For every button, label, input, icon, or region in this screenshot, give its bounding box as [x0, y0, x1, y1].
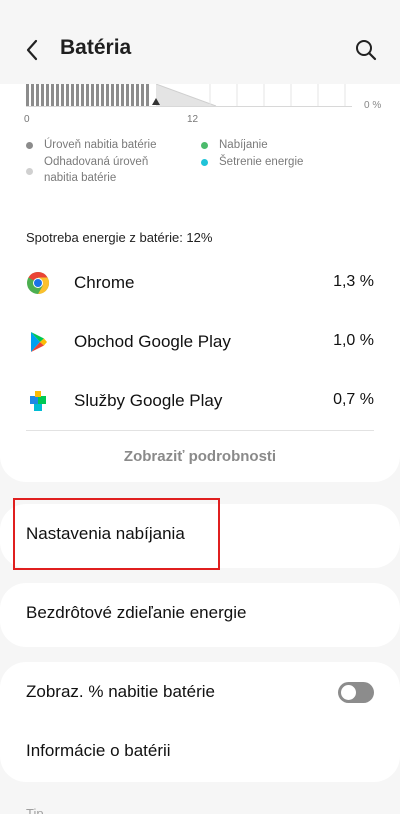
battery-level-bar — [71, 84, 74, 106]
battery-level-bar — [131, 84, 134, 106]
legend-dot-charging — [201, 142, 208, 149]
chart-axis-line — [26, 106, 352, 107]
battery-level-bar — [146, 84, 149, 106]
show-details-button[interactable]: Zobraziť podrobnosti — [0, 432, 400, 480]
battery-level-bar — [76, 84, 79, 106]
app-name: Chrome — [74, 273, 135, 292]
battery-level-bar — [66, 84, 69, 106]
chrome-icon — [27, 272, 50, 294]
google-play-store-icon — [31, 332, 47, 352]
show-battery-percent-label: Zobraz. % nabitie batérie — [26, 682, 215, 701]
current-time-marker — [152, 98, 160, 105]
toggle-knob — [341, 685, 356, 700]
battery-level-bar — [51, 84, 54, 106]
app-name: Obchod Google Play — [74, 332, 231, 351]
legend-power-saving: Šetrenie energie — [219, 156, 304, 168]
legend-dot-battery-level — [26, 142, 33, 149]
battery-level-bar — [141, 84, 144, 106]
battery-info-row[interactable]: Informácie o batérii — [0, 722, 400, 782]
back-arrow-icon — [26, 39, 38, 61]
projected-level-area — [156, 84, 346, 106]
app-name: Služby Google Play — [74, 391, 223, 410]
legend-dot-power-saving — [201, 159, 208, 166]
axis-tick-start: 0 — [24, 114, 30, 125]
battery-level-bar — [126, 84, 129, 106]
battery-level-bar — [86, 84, 89, 106]
back-button[interactable] — [18, 36, 46, 64]
tip-section-label: Tip — [26, 806, 44, 814]
highlight-box — [13, 498, 220, 570]
search-icon — [356, 40, 377, 61]
battery-level-bar — [81, 84, 84, 106]
app-bar: Batéria — [0, 0, 400, 84]
battery-level-chart — [26, 84, 352, 106]
wireless-power-sharing-card[interactable]: Bezdrôtové zdieľanie energie — [0, 583, 400, 647]
app-row-google-play-services[interactable]: Služby Google Play 0,7 % — [0, 372, 400, 430]
battery-level-bar — [26, 84, 29, 106]
show-battery-percent-toggle[interactable] — [338, 682, 374, 703]
legend-dot-estimated-level — [26, 168, 33, 175]
battery-level-bars — [26, 84, 156, 106]
battery-level-bar — [41, 84, 44, 106]
page-title: Batéria — [60, 36, 132, 59]
battery-level-bar — [36, 84, 39, 106]
battery-options-card: Zobraz. % nabitie batérie Informácie o b… — [0, 662, 400, 782]
battery-level-bar — [56, 84, 59, 106]
legend-battery-level: Úroveň nabitia batérie — [44, 139, 157, 151]
battery-info-label: Informácie o batérii — [26, 741, 171, 760]
battery-level-bar — [116, 84, 119, 106]
battery-usage-card: 0 12 0 % Úroveň nabitia batérie Odhadova… — [0, 84, 400, 482]
battery-level-bar — [121, 84, 124, 106]
battery-level-bar — [96, 84, 99, 106]
search-button[interactable] — [352, 36, 380, 64]
battery-level-bar — [106, 84, 109, 106]
battery-level-bar — [46, 84, 49, 106]
legend-charging: Nabíjanie — [219, 139, 268, 151]
battery-level-bar — [61, 84, 64, 106]
google-play-services-icon — [30, 391, 46, 411]
app-usage-percent: 1,0 % — [333, 332, 374, 349]
axis-percent-label: 0 % — [364, 100, 382, 111]
battery-level-bar — [101, 84, 104, 106]
usage-title: Spotreba energie z batérie: 12% — [26, 230, 213, 245]
app-row-google-play-store[interactable]: Obchod Google Play 1,0 % — [0, 313, 400, 371]
wireless-power-sharing-label: Bezdrôtové zdieľanie energie — [26, 603, 247, 622]
app-usage-percent: 0,7 % — [333, 391, 374, 408]
axis-tick-mid: 12 — [187, 114, 199, 125]
app-row-chrome[interactable]: Chrome 1,3 % — [0, 254, 400, 312]
battery-level-bar — [111, 84, 114, 106]
battery-level-bar — [31, 84, 34, 106]
legend-estimated-level: Odhadovaná úroveň nabitia batérie — [44, 156, 149, 184]
app-usage-percent: 1,3 % — [333, 273, 374, 290]
divider — [26, 430, 374, 431]
battery-level-bar — [136, 84, 139, 106]
battery-level-bar — [91, 84, 94, 106]
